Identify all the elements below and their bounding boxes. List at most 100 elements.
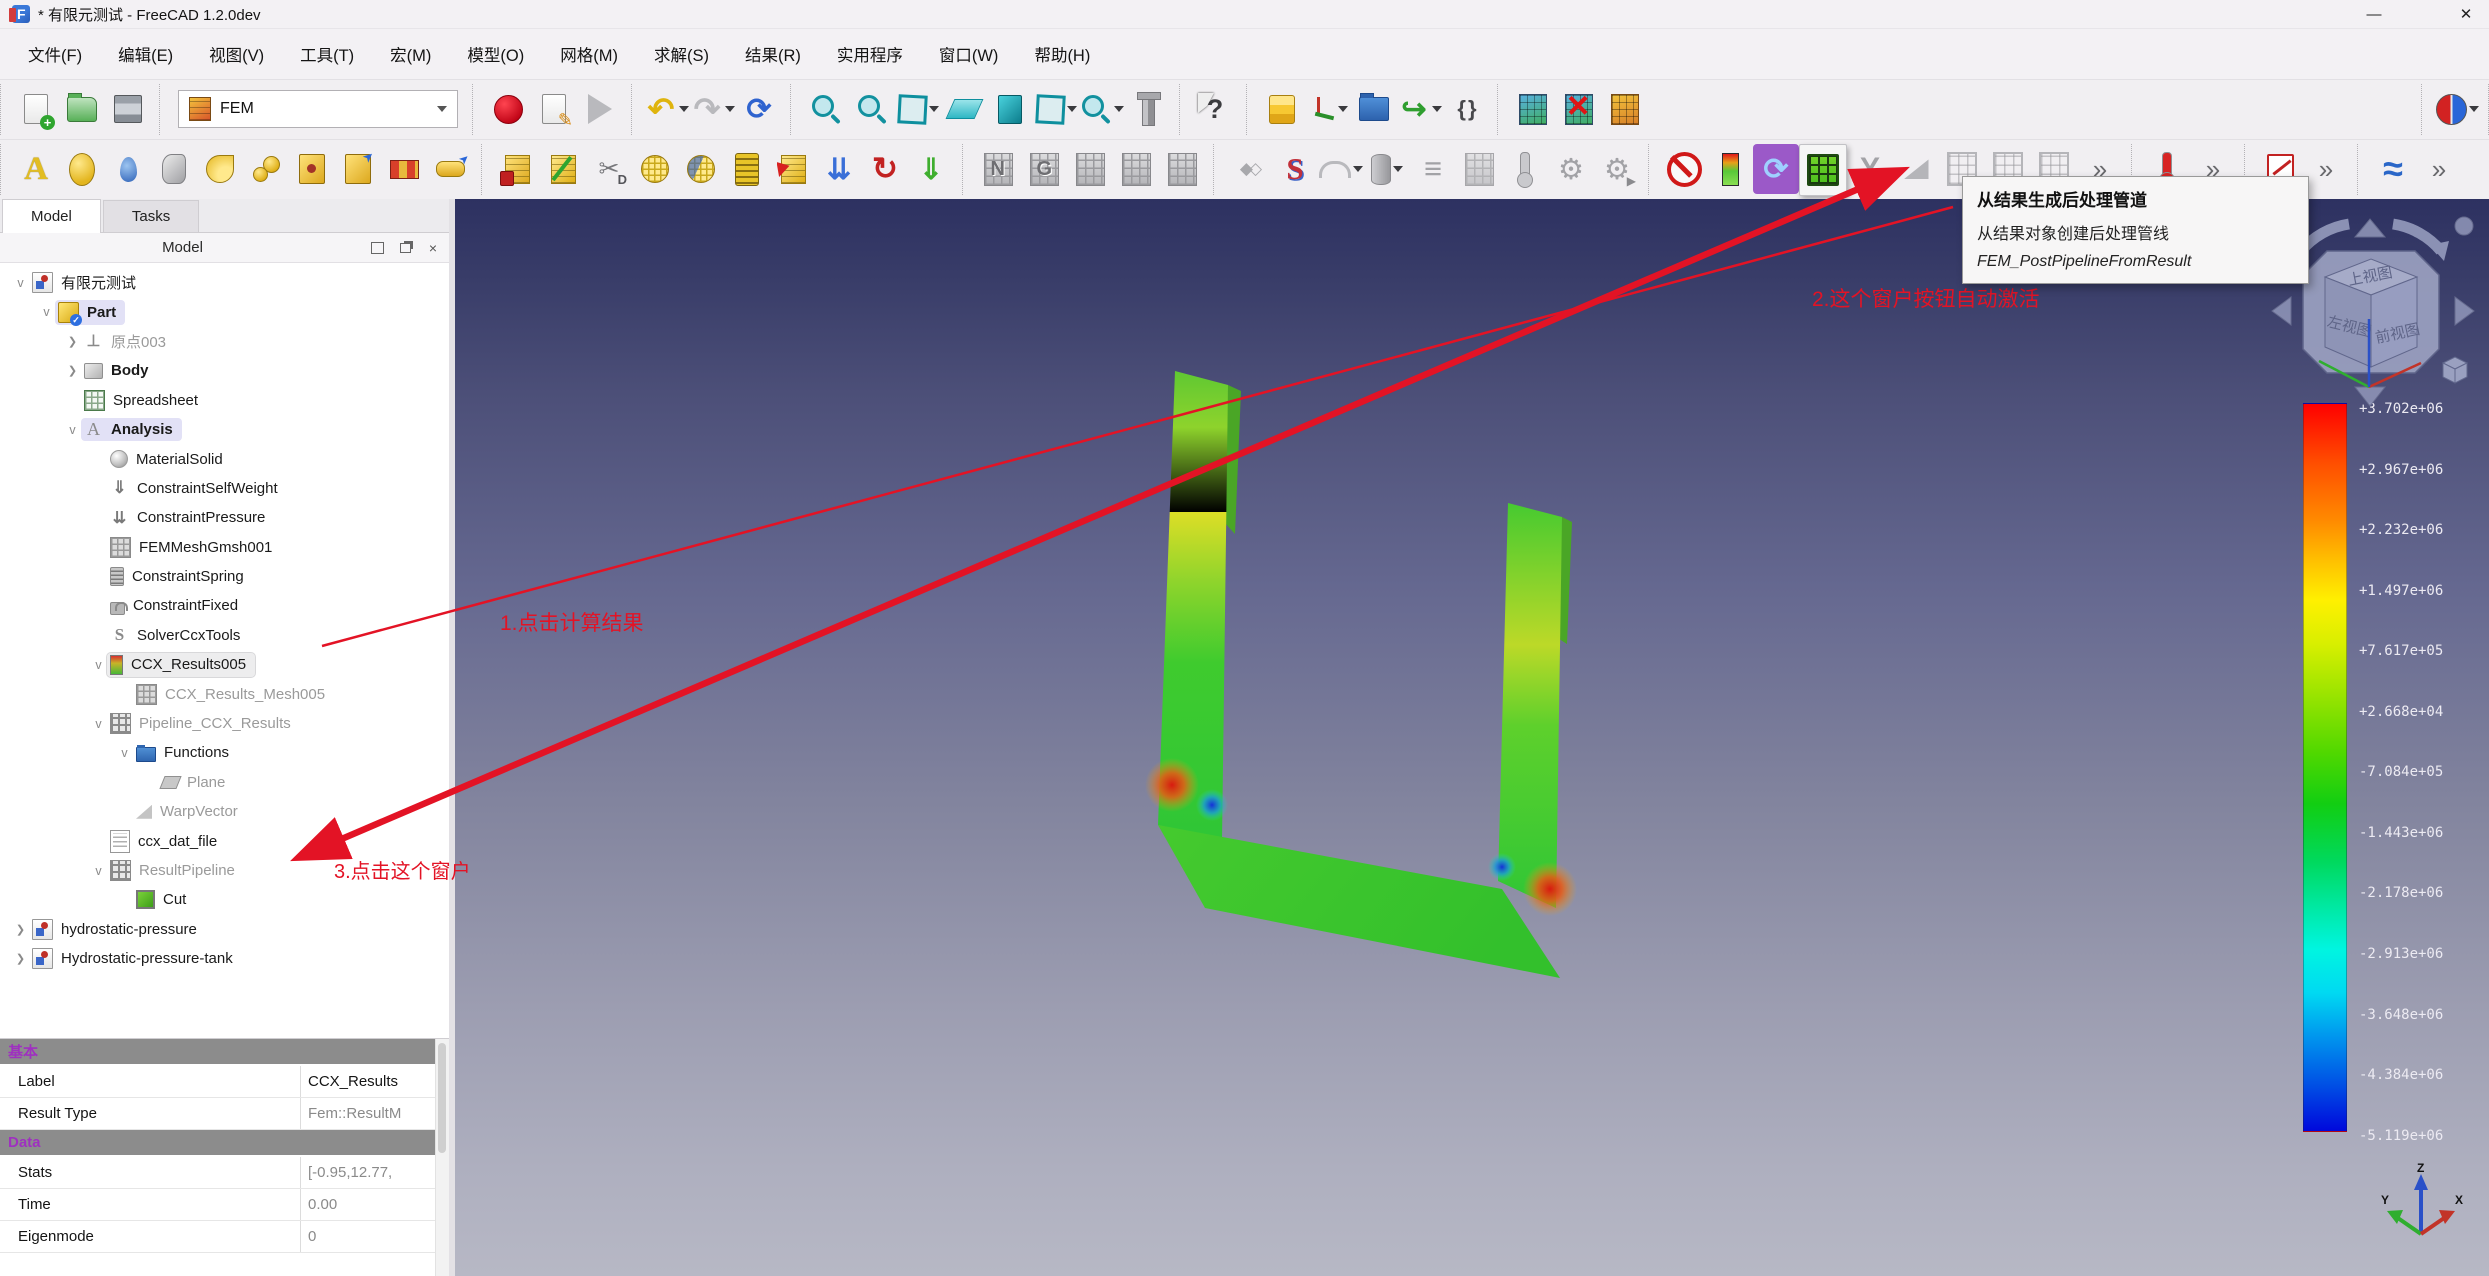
- tree-item-有限元测试[interactable]: v有限元测试: [0, 268, 449, 297]
- property-scrollbar[interactable]: [435, 1039, 449, 1276]
- view-zoom-selection[interactable]: [849, 84, 895, 134]
- fem-fluid-wave[interactable]: [2370, 144, 2416, 194]
- panel-dock-button[interactable]: [365, 237, 389, 259]
- view-fit-all[interactable]: [803, 84, 849, 134]
- mesh-display-colors[interactable]: [1602, 84, 1648, 134]
- refresh[interactable]: [736, 84, 782, 134]
- tree-chevron-icon[interactable]: v: [38, 305, 55, 319]
- tree-item-functions[interactable]: vFunctions: [0, 738, 449, 767]
- whats-this[interactable]: [1192, 84, 1238, 134]
- tree-chevron-icon[interactable]: v: [90, 717, 107, 731]
- dropdown-caret-icon[interactable]: [1353, 166, 1363, 172]
- tree-item-plane[interactable]: Plane: [0, 768, 449, 797]
- tab-tasks[interactable]: Tasks: [103, 200, 199, 232]
- tree-item-body[interactable]: Analysis: [81, 418, 182, 441]
- undo[interactable]: [644, 84, 690, 134]
- tree-item-body[interactable]: ResultPipeline: [107, 858, 244, 883]
- tree-item-solverccxtools[interactable]: SolverCcxTools: [0, 621, 449, 650]
- menu-item[interactable]: 编辑(E): [100, 29, 191, 79]
- constraint-tie[interactable]: [678, 144, 724, 194]
- tree-chevron-icon[interactable]: ❯: [64, 335, 81, 348]
- dropdown-caret-icon[interactable]: [1393, 166, 1403, 172]
- post-pipeline-from-result[interactable]: [1799, 144, 1847, 196]
- tree-item-body[interactable]: Functions: [133, 742, 238, 764]
- constraint-fixed-mesh[interactable]: [494, 144, 540, 194]
- tree-item-body[interactable]: ❯Body: [0, 356, 449, 385]
- panel-float-button[interactable]: [393, 237, 417, 259]
- tree-item-body[interactable]: hydrostatic-pressure: [29, 917, 206, 942]
- tree-item-原点003[interactable]: ❯原点003: [0, 327, 449, 356]
- dropdown-caret-icon[interactable]: [725, 106, 735, 112]
- dropdown-caret-icon[interactable]: [679, 106, 689, 112]
- mesh-netgen[interactable]: [975, 144, 1021, 194]
- tree-item-warpvector[interactable]: WarpVector: [0, 797, 449, 826]
- 3d-viewport[interactable]: +3.702e+06+2.967e+06+2.232e+06+1.497e+06…: [455, 199, 2489, 1276]
- post-filter-warp[interactable]: [1893, 144, 1939, 194]
- tree-item-part[interactable]: vPart: [0, 297, 449, 326]
- tree-item-body[interactable]: ConstraintSpring: [107, 565, 253, 588]
- tree-item-ccx_results005[interactable]: vCCX_Results005: [0, 650, 449, 679]
- constraint-spring[interactable]: [724, 144, 770, 194]
- measure[interactable]: [1125, 84, 1171, 134]
- mesh-group[interactable]: [1113, 144, 1159, 194]
- property-value[interactable]: CCX_Results: [300, 1066, 449, 1097]
- menu-item[interactable]: 窗口(W): [921, 29, 1017, 79]
- nav-mini-cube-icon[interactable]: [2443, 357, 2467, 383]
- property-value[interactable]: Fem::ResultM: [300, 1098, 449, 1129]
- dropdown-caret-icon[interactable]: [1432, 106, 1442, 112]
- window-minimize-button[interactable]: —: [2351, 0, 2397, 28]
- tree-item-body[interactable]: Hydrostatic-pressure-tank: [29, 946, 242, 971]
- fem-shape-from-text[interactable]: [13, 144, 59, 194]
- tree-item-materialsolid[interactable]: MaterialSolid: [0, 444, 449, 473]
- constraint-rotation[interactable]: [862, 144, 908, 194]
- tree-chevron-icon[interactable]: ❯: [12, 923, 29, 936]
- menu-item[interactable]: 网格(M): [542, 29, 636, 79]
- mesh-region[interactable]: [1067, 144, 1113, 194]
- results-show[interactable]: [1707, 144, 1753, 194]
- view-section-plane[interactable]: [941, 84, 987, 134]
- macro-edit[interactable]: [531, 84, 577, 134]
- property-value[interactable]: [-0.95,12.77,: [300, 1157, 449, 1188]
- tree-item-ccx_dat_file[interactable]: ccx_dat_file: [0, 826, 449, 855]
- dropdown-caret-icon[interactable]: [1338, 106, 1348, 112]
- material-editor[interactable]: [1259, 84, 1305, 134]
- tree-item-body[interactable]: Part: [55, 300, 125, 325]
- fem-spheres[interactable]: [243, 144, 289, 194]
- tree-item-constraintspring[interactable]: ConstraintSpring: [0, 562, 449, 591]
- macro-record[interactable]: [485, 84, 531, 134]
- fem-shell-section[interactable]: [197, 144, 243, 194]
- new-document[interactable]: [13, 84, 59, 134]
- mesh-display-faces[interactable]: [1510, 84, 1556, 134]
- nav-arrow-up-icon[interactable]: [2355, 219, 2385, 237]
- save-document[interactable]: [105, 84, 151, 134]
- constraint-displacement[interactable]: [540, 144, 586, 194]
- tree-chevron-icon[interactable]: v: [116, 746, 133, 760]
- tree-item-constraintfixed[interactable]: ConstraintFixed: [0, 591, 449, 620]
- tab-model[interactable]: Model: [2, 199, 101, 233]
- placement[interactable]: [1305, 84, 1351, 134]
- navigation-style-sphere[interactable]: [2434, 84, 2480, 134]
- tree-item-body[interactable]: ConstraintPressure: [107, 506, 274, 529]
- solver-thermomech[interactable]: [1502, 144, 1548, 194]
- create-group[interactable]: [1351, 84, 1397, 134]
- panel-close-button[interactable]: ×: [421, 237, 445, 259]
- draw-style[interactable]: [1033, 84, 1079, 134]
- fem-beam-section[interactable]: [427, 144, 473, 194]
- constraint-force[interactable]: [770, 144, 816, 194]
- fem-result-mesh[interactable]: [455, 199, 2489, 1276]
- toolbar-overflow-3[interactable]: [2303, 144, 2349, 194]
- workbench-selector[interactable]: FEM: [178, 90, 458, 128]
- tree-item-body[interactable]: 原点003: [81, 329, 175, 354]
- tree-chevron-icon[interactable]: v: [64, 423, 81, 437]
- tree-item-body[interactable]: Plane: [159, 772, 234, 793]
- tree-item-hydrostatic-pressure[interactable]: ❯hydrostatic-pressure: [0, 915, 449, 944]
- solver-elmer[interactable]: [1226, 144, 1272, 194]
- nav-arrow-right-icon[interactable]: [2455, 297, 2474, 325]
- tree-item-resultpipeline[interactable]: vResultPipeline: [0, 856, 449, 885]
- mesh-display-off[interactable]: [1556, 84, 1602, 134]
- tree-chevron-icon[interactable]: v: [90, 658, 107, 672]
- solver-mesh[interactable]: [1456, 144, 1502, 194]
- view-isometric[interactable]: [895, 84, 941, 134]
- macro-play[interactable]: [577, 84, 623, 134]
- tree-item-body[interactable]: 有限元测试: [29, 270, 145, 295]
